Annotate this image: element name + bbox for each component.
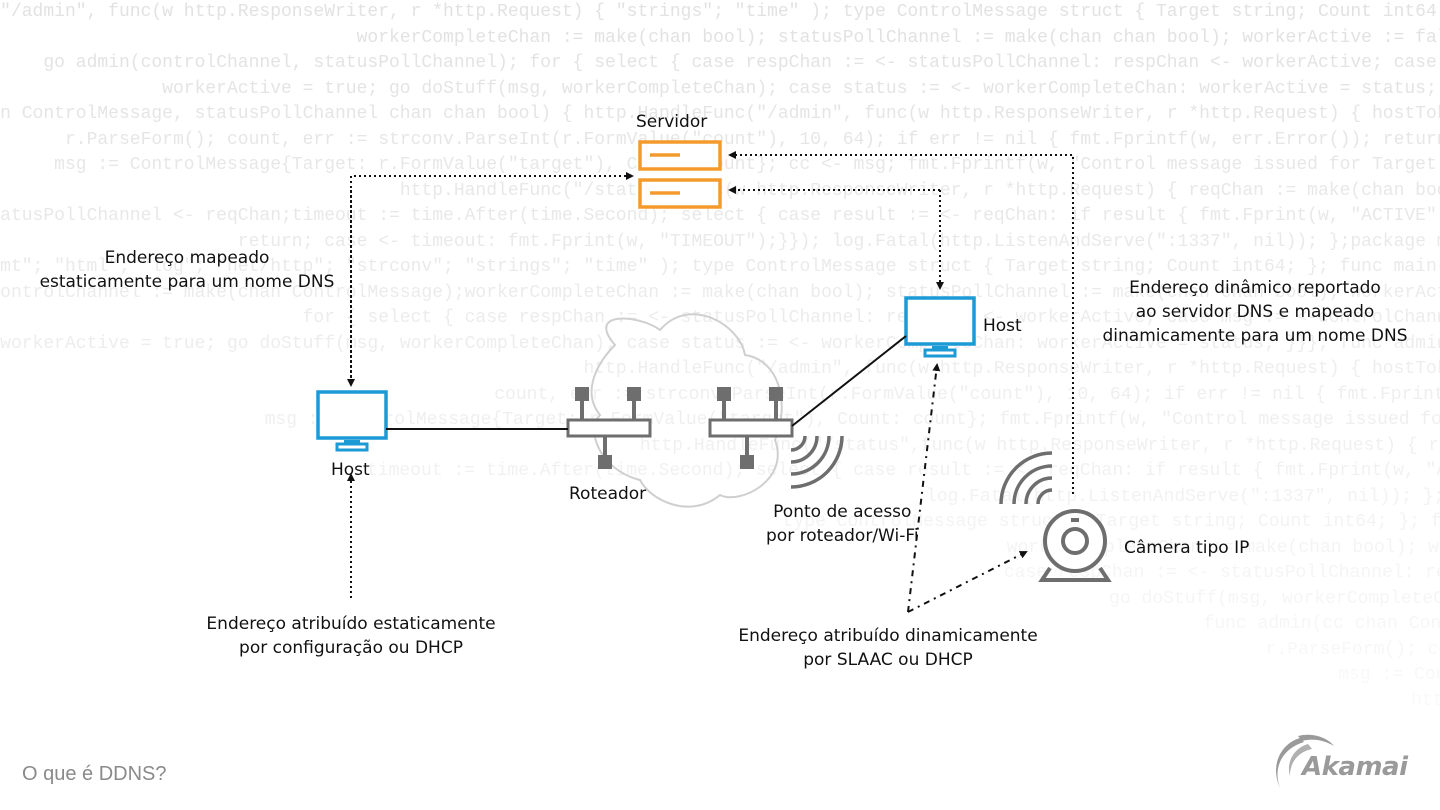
router-label: Roteador (569, 484, 647, 504)
annotation-static-dns-line1: Endereço mapeado (104, 248, 270, 268)
annotation-dynamic-assigned: Endereço atribuído dinamicamente por SLA… (720, 624, 1056, 672)
ip-camera-wifi-icon (999, 451, 1053, 505)
ip-camera-icon (1038, 509, 1112, 582)
annotation-dynamic-dns-line2: ao servidor DNS e mapeado (1135, 302, 1375, 322)
host-right-label: Host (983, 316, 1022, 336)
annotation-static-assigned: Endereço atribuído estaticamente por con… (190, 612, 512, 660)
annotation-static-dns: Endereço mapeado estaticamente para um n… (38, 246, 336, 294)
host-right-monitor-icon (904, 296, 976, 358)
link-ap-host-right (791, 335, 907, 427)
server-label: Servidor (636, 112, 708, 132)
akamai-logo: Akamai (1268, 730, 1438, 800)
server-icon (638, 140, 722, 209)
ip-camera-label: Câmera tipo IP (1124, 538, 1250, 558)
host-left-monitor-icon (316, 390, 388, 452)
annotation-static-assigned-line1: Endereço atribuído estaticamente (206, 614, 496, 634)
access-point-router-icon (708, 387, 794, 469)
access-point-wifi-icon (790, 435, 844, 489)
network-cloud (590, 313, 783, 508)
ddns-diagram (316, 140, 1112, 613)
access-point-label-line2: por roteador/Wi-Fi (766, 526, 919, 546)
akamai-logo-text: Akamai (1302, 752, 1408, 782)
annotation-dynamic-assigned-line1: Endereço atribuído dinamicamente (738, 626, 1038, 646)
arrow-dynamic-assignment-camera (907, 551, 1028, 613)
annotation-dynamic-dns: Endereço dinâmico reportado ao servidor … (1090, 276, 1420, 348)
arrow-dynamic-assignment-host (907, 363, 941, 613)
annotation-dynamic-dns-line1: Endereço dinâmico reportado (1129, 278, 1381, 298)
annotation-dynamic-dns-line3: dinamicamente para um nome DNS (1102, 326, 1408, 346)
footer-title: O que é DDNS? (22, 763, 167, 785)
arrow-static-dns-mapping (350, 172, 634, 383)
annotation-static-dns-line2: estaticamente para um nome DNS (39, 272, 335, 292)
annotation-dynamic-assigned-line2: por SLAAC ou DHCP (803, 650, 973, 670)
access-point-label-line1: Ponto de acesso (773, 502, 912, 522)
access-point-label: Ponto de acesso por roteador/Wi-Fi (766, 500, 919, 548)
host-left-label: Host (331, 460, 370, 480)
router-icon (566, 387, 652, 469)
annotation-static-assigned-line2: por configuração ou DHCP (239, 638, 463, 658)
